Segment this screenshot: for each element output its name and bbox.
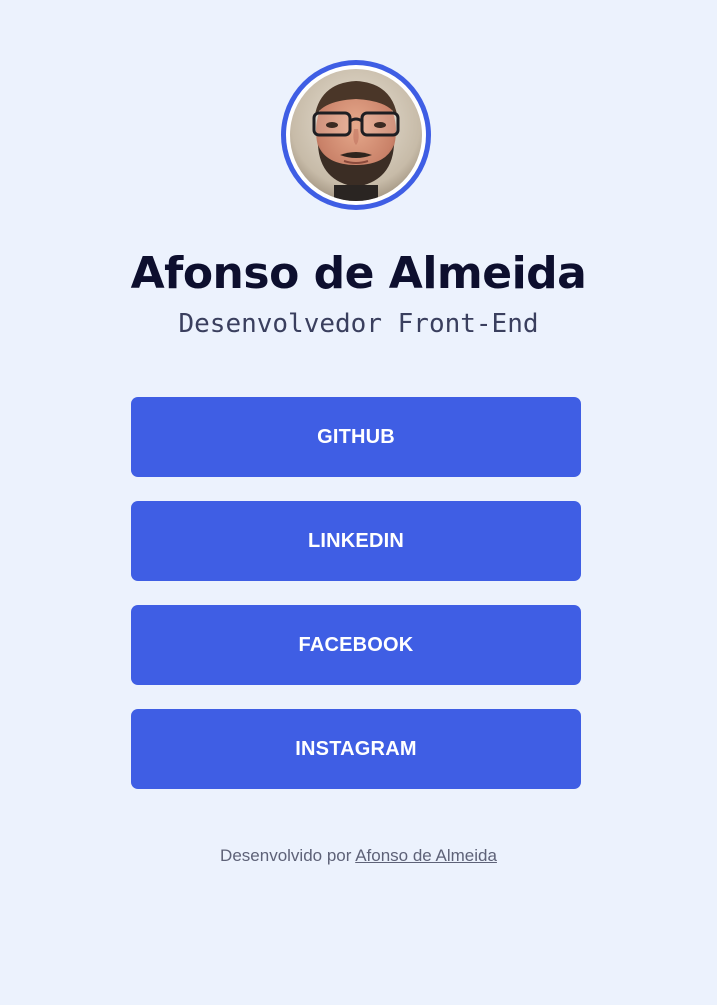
profile-name: Afonso de Almeida bbox=[130, 248, 587, 299]
avatar bbox=[281, 60, 431, 210]
footer-author-link[interactable]: Afonso de Almeida bbox=[355, 846, 497, 865]
footer: Desenvolvido por Afonso de Almeida bbox=[0, 844, 717, 868]
avatar-photo bbox=[290, 69, 422, 201]
instagram-button[interactable]: INSTAGRAM bbox=[131, 709, 581, 789]
avatar-frame bbox=[286, 65, 426, 205]
footer-prefix: Desenvolvido por bbox=[220, 846, 356, 865]
facebook-button[interactable]: FACEBOOK bbox=[131, 605, 581, 685]
profile-role: Desenvolvedor Front-End bbox=[178, 309, 539, 339]
github-button[interactable]: GITHUB bbox=[131, 397, 581, 477]
social-links: GITHUB LINKEDIN FACEBOOK INSTAGRAM bbox=[131, 397, 581, 813]
linkedin-button[interactable]: LINKEDIN bbox=[131, 501, 581, 581]
